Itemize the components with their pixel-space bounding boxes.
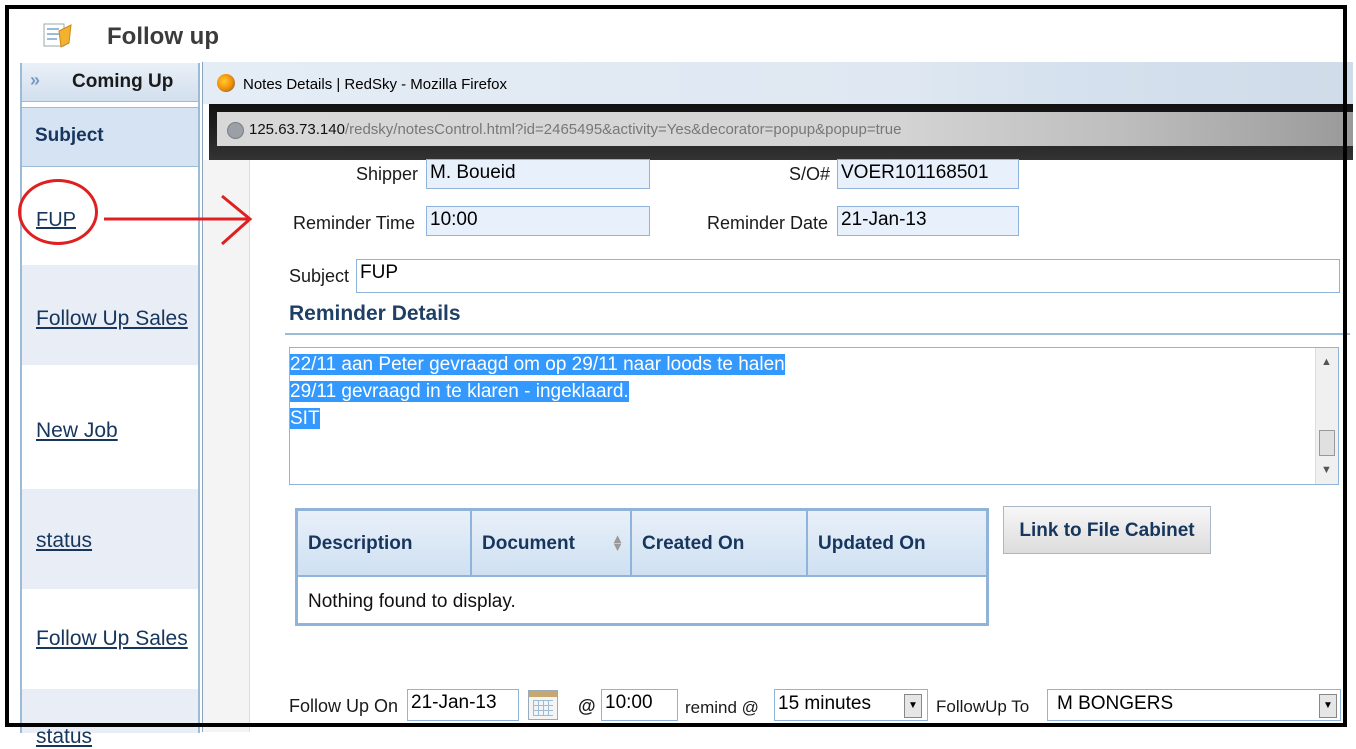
shipper-label: Shipper bbox=[356, 164, 419, 184]
coming-up-tab[interactable]: » Coming Up bbox=[22, 63, 198, 102]
so-number-label: S/O# bbox=[789, 164, 831, 184]
app-icon bbox=[43, 21, 73, 49]
list-item: Follow Up Sales bbox=[22, 265, 198, 365]
subject-header-label: Subject bbox=[35, 125, 104, 146]
url-text: 125.63.73.140/redsky/notesControl.html?i… bbox=[249, 121, 901, 138]
dropdown-arrow-icon[interactable]: ▼ bbox=[904, 694, 922, 718]
list-item-link[interactable]: Follow Up Sales bbox=[36, 627, 188, 651]
app-header: Follow up bbox=[9, 9, 1347, 59]
column-header-created-on[interactable]: Created On bbox=[632, 511, 808, 575]
section-divider bbox=[285, 333, 1350, 335]
coming-up-label: Coming Up bbox=[72, 71, 174, 92]
globe-icon bbox=[227, 122, 244, 139]
column-header-label: Updated On bbox=[818, 533, 926, 554]
reminder-time-label: Reminder Time bbox=[293, 213, 416, 233]
list-item-link[interactable]: Follow Up Sales bbox=[36, 307, 188, 331]
documents-table: Description Document ▲ ▼ Created On Updat… bbox=[295, 508, 989, 626]
remind-label: remind @ bbox=[685, 698, 759, 717]
chevron-double-right-icon: » bbox=[30, 70, 41, 90]
list-item: New Job bbox=[22, 365, 198, 489]
follow-up-time-field[interactable]: 10:00 bbox=[601, 689, 678, 721]
scroll-thumb[interactable] bbox=[1319, 430, 1335, 456]
list-item-link[interactable]: New Job bbox=[36, 419, 118, 443]
shipper-field[interactable]: M. Boueid bbox=[426, 159, 650, 189]
column-header-label: Description bbox=[308, 533, 413, 554]
scroll-up-icon[interactable]: ▲ bbox=[1321, 356, 1332, 368]
url-field[interactable]: 125.63.73.140/redsky/notesControl.html?i… bbox=[217, 112, 1353, 146]
remind-select-value: 15 minutes bbox=[778, 693, 871, 714]
subject-column-header: Subject bbox=[22, 107, 198, 167]
subject-field[interactable]: FUP bbox=[356, 259, 1340, 293]
address-bar: 125.63.73.140/redsky/notesControl.html?i… bbox=[209, 104, 1353, 160]
list-item-link[interactable]: status bbox=[36, 529, 92, 553]
reminder-line-text: 22/11 aan Peter gevraagd om op 29/11 naa… bbox=[290, 354, 785, 375]
annotation-circle bbox=[18, 179, 98, 245]
coming-up-panel: » Coming Up Subject FUP Follow Up Sales … bbox=[20, 63, 200, 748]
app-title: Follow up bbox=[107, 23, 219, 50]
window-titlebar: Notes Details | RedSky - Mozilla Firefox bbox=[203, 62, 1353, 104]
reminder-date-field[interactable]: 21-Jan-13 bbox=[837, 206, 1019, 236]
reminder-details-title: Reminder Details bbox=[289, 302, 461, 325]
reminder-line: 22/11 aan Peter gevraagd om op 29/11 naa… bbox=[290, 354, 785, 376]
at-label: @ bbox=[578, 696, 596, 716]
list-item-link[interactable]: status bbox=[36, 725, 92, 749]
list-item: status bbox=[22, 489, 198, 589]
column-header-updated-on[interactable]: Updated On bbox=[808, 511, 986, 575]
reminder-line-text: SIT bbox=[290, 408, 320, 429]
sort-icon[interactable]: ▲ ▼ bbox=[611, 532, 624, 553]
column-header-label: Created On bbox=[642, 533, 745, 554]
column-header-document[interactable]: Document ▲ ▼ bbox=[472, 511, 632, 575]
column-header-description[interactable]: Description bbox=[298, 511, 472, 575]
follow-up-to-value: M BONGERS bbox=[1057, 693, 1174, 714]
list-item: Follow Up Sales bbox=[22, 589, 198, 689]
reminder-line: SIT bbox=[290, 408, 320, 430]
annotation-arrow bbox=[104, 194, 253, 246]
reminder-line: 29/11 gevraagd in te klaren - ingeklaard… bbox=[290, 381, 629, 403]
textarea-scrollbar[interactable]: ▲ ▼ bbox=[1315, 348, 1338, 484]
url-path: /redsky/notesControl.html?id=2465495&act… bbox=[344, 121, 902, 138]
column-header-label: Document bbox=[482, 533, 575, 554]
reminder-details-textarea[interactable]: 22/11 aan Peter gevraagd om op 29/11 naa… bbox=[289, 347, 1339, 485]
list-item: status bbox=[22, 689, 198, 748]
calendar-icon[interactable] bbox=[528, 690, 558, 720]
follow-up-to-select[interactable]: M BONGERS bbox=[1047, 689, 1341, 721]
reminder-date-label: Reminder Date bbox=[707, 213, 829, 233]
window-title: Notes Details | RedSky - Mozilla Firefox bbox=[243, 76, 507, 93]
follow-up-on-label: Follow Up On bbox=[289, 696, 399, 716]
empty-table-message: Nothing found to display. bbox=[308, 591, 516, 612]
reminder-time-field[interactable]: 10:00 bbox=[426, 206, 650, 236]
firefox-icon bbox=[217, 74, 235, 92]
so-number-field[interactable]: VOER101168501 bbox=[837, 159, 1019, 189]
link-to-file-cabinet-button[interactable]: Link to File Cabinet bbox=[1003, 506, 1211, 554]
follow-up-to-label: FollowUp To bbox=[936, 697, 1030, 716]
dropdown-arrow-icon[interactable]: ▼ bbox=[1319, 694, 1337, 718]
url-host: 125.63.73.140 bbox=[249, 121, 345, 138]
subject-label: Subject bbox=[289, 266, 350, 286]
reminder-line-text: 29/11 gevraagd in te klaren - ingeklaard… bbox=[290, 381, 629, 402]
table-header-row: Description Document ▲ ▼ Created On Updat… bbox=[298, 511, 986, 577]
follow-up-date-field[interactable]: 21-Jan-13 bbox=[407, 689, 519, 721]
scroll-down-icon[interactable]: ▼ bbox=[1321, 464, 1332, 476]
